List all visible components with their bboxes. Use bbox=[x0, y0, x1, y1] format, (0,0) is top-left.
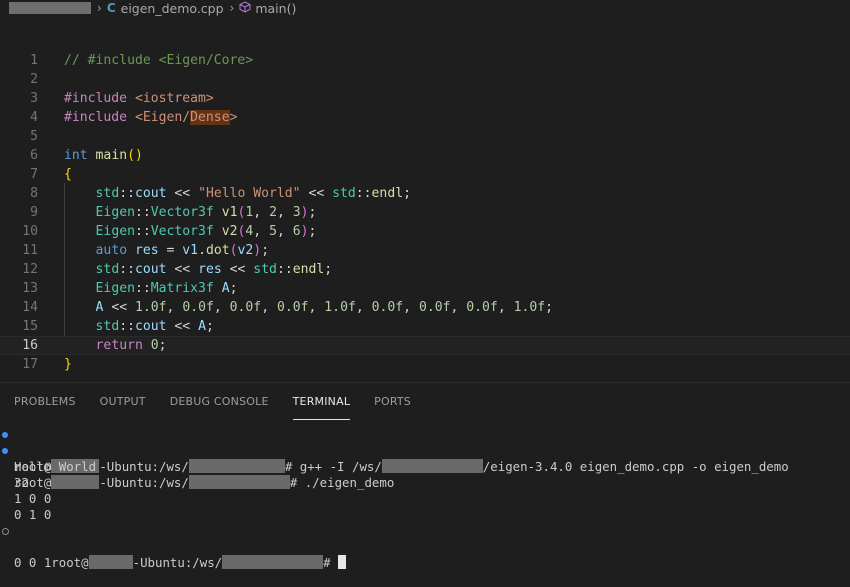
code-editor[interactable]: 1// #include <Eigen/Core> 2 3 #include <i… bbox=[0, 50, 850, 382]
breadcrumb: › C eigen_demo.cpp › main() bbox=[0, 0, 850, 16]
code-line[interactable]: 3 #include <iostream> bbox=[0, 89, 850, 108]
code-line[interactable]: 14 A << 1.0f, 0.0f, 0.0f, 0.0f, 1.0f, 0.… bbox=[0, 298, 850, 317]
code-line[interactable]: 2 bbox=[0, 70, 850, 89]
tab-problems[interactable]: PROBLEMS bbox=[14, 383, 76, 417]
code-line[interactable]: 6 int main() bbox=[0, 146, 850, 165]
code-line[interactable]: 7{ bbox=[0, 165, 850, 184]
line-number: 5 bbox=[30, 129, 38, 144]
tab-ports[interactable]: PORTS bbox=[374, 383, 411, 417]
tab-output[interactable]: OUTPUT bbox=[100, 383, 146, 417]
line-number: 9 bbox=[30, 205, 38, 220]
code-line[interactable]: 8 std::cout << "Hello World" << std::end… bbox=[0, 184, 850, 203]
line-number: 4 bbox=[30, 110, 38, 125]
line-number: 10 bbox=[22, 224, 38, 239]
command-success-dot-icon[interactable] bbox=[2, 448, 8, 454]
line-number: 16 bbox=[22, 338, 38, 353]
panel-tabs: PROBLEMS OUTPUT DEBUG CONSOLE TERMINAL P… bbox=[0, 383, 421, 420]
chevron-right-icon: › bbox=[229, 1, 235, 15]
terminal-line: root@ -Ubuntu:/ws/# ./eigen_demo bbox=[0, 443, 394, 490]
line-number: 3 bbox=[30, 91, 38, 106]
line-number: 8 bbox=[30, 186, 38, 201]
terminal-prompt[interactable]: 0 0 1root@ -Ubuntu:/ws/# bbox=[0, 523, 347, 570]
line-number: 6 bbox=[30, 148, 38, 163]
tab-terminal[interactable]: TERMINAL bbox=[292, 383, 351, 420]
code-line[interactable]: 17} bbox=[0, 355, 850, 374]
terminal-line: root@ -Ubuntu:/ws/# g++ -I /ws//eigen-3.4… bbox=[0, 427, 789, 474]
line-number: 12 bbox=[22, 262, 38, 277]
line-number: 11 bbox=[22, 243, 38, 258]
line-number: 17 bbox=[22, 357, 38, 372]
code-line[interactable]: 5 bbox=[0, 127, 850, 146]
breadcrumb-function[interactable]: main() bbox=[255, 1, 296, 16]
cpp-file-icon: C bbox=[106, 1, 116, 15]
chevron-right-icon: › bbox=[97, 1, 102, 15]
bottom-panel: PROBLEMS OUTPUT DEBUG CONSOLE TERMINAL P… bbox=[0, 382, 850, 570]
command-success-dot-icon[interactable] bbox=[2, 432, 8, 438]
line-number: 7 bbox=[30, 167, 38, 182]
code-line[interactable]: 10 Eigen::Vector3f v2(4, 5, 6); bbox=[0, 222, 850, 241]
code-line[interactable]: 12 std::cout << res << std::endl; bbox=[0, 260, 850, 279]
code-line[interactable]: 13 Eigen::Matrix3f A; bbox=[0, 279, 850, 298]
method-cube-icon bbox=[239, 0, 251, 16]
line-number: 2 bbox=[30, 72, 38, 87]
command-pending-dot-icon[interactable] bbox=[2, 528, 9, 535]
line-number: 13 bbox=[22, 281, 38, 296]
code-line[interactable]: 1// #include <Eigen/Core> bbox=[0, 51, 850, 70]
breadcrumb-file[interactable]: eigen_demo.cpp bbox=[121, 1, 224, 16]
redacted-folder bbox=[9, 2, 91, 14]
code-line[interactable]: 9 Eigen::Vector3f v1(1, 2, 3); bbox=[0, 203, 850, 222]
code-line[interactable]: 15 std::cout << A; bbox=[0, 317, 850, 336]
code-line[interactable]: 4 #include <Eigen/Dense> bbox=[0, 108, 850, 127]
line-number: 1 bbox=[30, 53, 38, 68]
line-number: 14 bbox=[22, 300, 38, 315]
code-line[interactable]: 11 auto res = v1.dot(v2); bbox=[0, 241, 850, 260]
code-line-current[interactable]: 16 return 0; bbox=[0, 336, 850, 355]
line-number: 15 bbox=[22, 319, 38, 334]
terminal-cursor bbox=[338, 555, 347, 569]
tab-debug-console[interactable]: DEBUG CONSOLE bbox=[170, 383, 269, 417]
